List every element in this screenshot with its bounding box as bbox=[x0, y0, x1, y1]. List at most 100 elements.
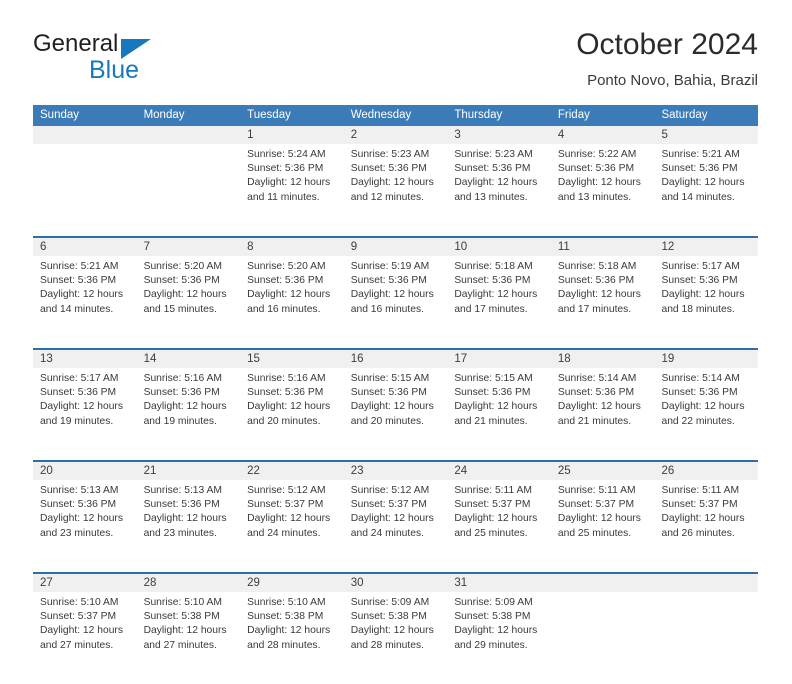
day-cell[interactable]: 2 Sunrise: 5:23 AM Sunset: 5:36 PM Daylight… bbox=[343, 126, 448, 236]
day-cell[interactable]: 11 Sunrise: 5:18 AM Sunset: 5:36 PM Dayligh… bbox=[550, 238, 655, 348]
day-sunset-line: Sunset: 5:36 PM bbox=[661, 163, 738, 175]
day-cell[interactable]: 26 Sunrise: 5:11 AM Sunset: 5:37 PM Dayligh… bbox=[654, 462, 759, 572]
day-cell[interactable]: 20 Sunrise: 5:13 AM Sunset: 5:36 PM Dayligh… bbox=[33, 462, 137, 572]
day-daylight2-line: and 13 minutes. bbox=[557, 191, 632, 203]
day-sunrise-line: Sunrise: 5:11 AM bbox=[661, 485, 740, 496]
day-number bbox=[550, 574, 655, 592]
day-sun-info: Sunrise: 5:22 AM Sunset: 5:36 PM Daylight:… bbox=[551, 144, 655, 230]
day-sunrise-line: Sunrise: 5:10 AM bbox=[247, 597, 326, 608]
day-number: 28 bbox=[136, 574, 241, 592]
day-sun-info: Sunrise: 5:13 AM Sunset: 5:36 PM Daylight:… bbox=[33, 480, 137, 566]
day-daylight2-line: and 23 minutes. bbox=[40, 527, 114, 539]
day-daylight1-line: Daylight: 12 hours bbox=[557, 177, 641, 189]
day-daylight2-line: and 16 minutes. bbox=[247, 303, 321, 315]
day-number: 25 bbox=[550, 462, 655, 480]
day-cell[interactable]: 22 Sunrise: 5:12 AM Sunset: 5:37 PM Dayligh… bbox=[240, 462, 344, 572]
day-number bbox=[654, 574, 759, 592]
day-sunset-line: Sunset: 5:36 PM bbox=[247, 275, 324, 287]
day-daylight1-line: Daylight: 12 hours bbox=[350, 513, 434, 525]
day-cell[interactable]: 17 Sunrise: 5:15 AM Sunset: 5:36 PM Dayligh… bbox=[447, 350, 551, 460]
day-cell[interactable]: 23 Sunrise: 5:12 AM Sunset: 5:37 PM Dayligh… bbox=[343, 462, 448, 572]
day-cell-empty bbox=[33, 126, 137, 236]
day-number: 13 bbox=[33, 350, 137, 368]
day-sunset-line: Sunset: 5:37 PM bbox=[661, 499, 738, 511]
day-sunrise-line: Sunrise: 5:21 AM bbox=[661, 149, 740, 160]
day-number: 16 bbox=[343, 350, 448, 368]
day-cell[interactable]: 8 Sunrise: 5:20 AM Sunset: 5:36 PM Daylight… bbox=[240, 238, 344, 348]
day-sun-info: Sunrise: 5:20 AM Sunset: 5:36 PM Daylight:… bbox=[137, 256, 241, 342]
day-daylight2-line: and 25 minutes. bbox=[557, 527, 632, 539]
day-sunset-line: Sunset: 5:36 PM bbox=[661, 387, 738, 399]
day-daylight1-line: Daylight: 12 hours bbox=[247, 625, 331, 637]
day-sun-info: Sunrise: 5:23 AM Sunset: 5:36 PM Daylight:… bbox=[344, 144, 448, 230]
day-cell[interactable]: 29 Sunrise: 5:10 AM Sunset: 5:38 PM Dayligh… bbox=[240, 574, 344, 684]
day-cell[interactable]: 10 Sunrise: 5:18 AM Sunset: 5:36 PM Dayligh… bbox=[447, 238, 551, 348]
day-sunset-line: Sunset: 5:37 PM bbox=[40, 611, 117, 623]
day-cell[interactable]: 13 Sunrise: 5:17 AM Sunset: 5:36 PM Dayligh… bbox=[33, 350, 137, 460]
day-daylight1-line: Daylight: 12 hours bbox=[350, 289, 434, 301]
day-sun-info: Sunrise: 5:10 AM Sunset: 5:38 PM Daylight:… bbox=[240, 592, 344, 678]
day-cell[interactable]: 24 Sunrise: 5:11 AM Sunset: 5:37 PM Dayligh… bbox=[447, 462, 551, 572]
weekday-header-saturday: Saturday bbox=[661, 109, 708, 121]
day-cell[interactable]: 30 Sunrise: 5:09 AM Sunset: 5:38 PM Dayligh… bbox=[343, 574, 448, 684]
day-sunset-line: Sunset: 5:37 PM bbox=[454, 499, 531, 511]
day-cell[interactable]: 25 Sunrise: 5:11 AM Sunset: 5:37 PM Dayligh… bbox=[550, 462, 655, 572]
day-sunset-line: Sunset: 5:36 PM bbox=[661, 275, 738, 287]
day-sun-info: Sunrise: 5:18 AM Sunset: 5:36 PM Daylight:… bbox=[551, 256, 655, 342]
day-daylight2-line: and 20 minutes. bbox=[247, 415, 321, 427]
day-daylight2-line: and 24 minutes. bbox=[247, 527, 321, 539]
day-cell[interactable]: 31 Sunrise: 5:09 AM Sunset: 5:38 PM Dayligh… bbox=[447, 574, 551, 684]
day-cell[interactable]: 14 Sunrise: 5:16 AM Sunset: 5:36 PM Dayligh… bbox=[136, 350, 241, 460]
day-cell[interactable]: 6 Sunrise: 5:21 AM Sunset: 5:36 PM Daylight… bbox=[33, 238, 137, 348]
day-cell[interactable]: 4 Sunrise: 5:22 AM Sunset: 5:36 PM Daylight… bbox=[550, 126, 655, 236]
day-cell[interactable]: 21 Sunrise: 5:13 AM Sunset: 5:36 PM Dayligh… bbox=[136, 462, 241, 572]
day-sun-info: Sunrise: 5:23 AM Sunset: 5:36 PM Daylight:… bbox=[447, 144, 551, 230]
day-sun-info: Sunrise: 5:09 AM Sunset: 5:38 PM Daylight:… bbox=[447, 592, 551, 678]
day-daylight2-line: and 13 minutes. bbox=[454, 191, 528, 203]
day-cell[interactable]: 28 Sunrise: 5:10 AM Sunset: 5:38 PM Dayligh… bbox=[136, 574, 241, 684]
day-cell[interactable]: 18 Sunrise: 5:14 AM Sunset: 5:36 PM Dayligh… bbox=[550, 350, 655, 460]
day-cell[interactable]: 12 Sunrise: 5:17 AM Sunset: 5:36 PM Dayligh… bbox=[654, 238, 759, 348]
day-sunset-line: Sunset: 5:38 PM bbox=[247, 611, 324, 623]
day-sun-info: Sunrise: 5:11 AM Sunset: 5:37 PM Daylight:… bbox=[654, 480, 758, 566]
day-sun-info: Sunrise: 5:14 AM Sunset: 5:36 PM Daylight:… bbox=[654, 368, 758, 454]
day-number: 7 bbox=[136, 238, 241, 256]
day-sun-info: Sunrise: 5:10 AM Sunset: 5:37 PM Daylight:… bbox=[33, 592, 137, 678]
day-number: 19 bbox=[654, 350, 759, 368]
day-daylight2-line: and 28 minutes. bbox=[247, 639, 321, 651]
day-number: 2 bbox=[343, 126, 448, 144]
day-sunrise-line: Sunrise: 5:15 AM bbox=[350, 373, 430, 384]
day-sunrise-line: Sunrise: 5:12 AM bbox=[247, 485, 326, 496]
day-sunrise-line: Sunrise: 5:18 AM bbox=[454, 261, 533, 272]
day-daylight2-line: and 23 minutes. bbox=[143, 527, 217, 539]
day-cell[interactable]: 27 Sunrise: 5:10 AM Sunset: 5:37 PM Dayligh… bbox=[33, 574, 137, 684]
day-number: 10 bbox=[447, 238, 551, 256]
day-daylight1-line: Daylight: 12 hours bbox=[143, 289, 227, 301]
day-daylight1-line: Daylight: 12 hours bbox=[661, 401, 745, 413]
day-daylight1-line: Daylight: 12 hours bbox=[143, 401, 227, 413]
day-daylight1-line: Daylight: 12 hours bbox=[661, 177, 745, 189]
day-cell[interactable]: 16 Sunrise: 5:15 AM Sunset: 5:36 PM Dayligh… bbox=[343, 350, 448, 460]
day-cell[interactable]: 7 Sunrise: 5:20 AM Sunset: 5:36 PM Daylight… bbox=[136, 238, 241, 348]
day-sunrise-line: Sunrise: 5:10 AM bbox=[143, 597, 222, 608]
day-daylight1-line: Daylight: 12 hours bbox=[454, 289, 538, 301]
day-sunrise-line: Sunrise: 5:12 AM bbox=[350, 485, 430, 496]
day-number: 30 bbox=[343, 574, 448, 592]
day-sunrise-line: Sunrise: 5:11 AM bbox=[454, 485, 532, 496]
day-cell[interactable]: 15 Sunrise: 5:16 AM Sunset: 5:36 PM Dayligh… bbox=[240, 350, 344, 460]
day-number: 20 bbox=[33, 462, 137, 480]
day-sun-info: Sunrise: 5:09 AM Sunset: 5:38 PM Daylight:… bbox=[344, 592, 448, 678]
day-sunset-line: Sunset: 5:36 PM bbox=[40, 387, 117, 399]
day-sunrise-line: Sunrise: 5:16 AM bbox=[247, 373, 326, 384]
day-sunset-line: Sunset: 5:36 PM bbox=[40, 275, 117, 287]
day-daylight2-line: and 22 minutes. bbox=[661, 415, 735, 427]
day-cell[interactable]: 5 Sunrise: 5:21 AM Sunset: 5:36 PM Daylight… bbox=[654, 126, 759, 236]
day-cell[interactable]: 1 Sunrise: 5:24 AM Sunset: 5:36 PM Daylight… bbox=[240, 126, 344, 236]
day-cell[interactable]: 3 Sunrise: 5:23 AM Sunset: 5:36 PM Daylight… bbox=[447, 126, 551, 236]
day-daylight2-line: and 24 minutes. bbox=[350, 527, 425, 539]
day-cell[interactable]: 19 Sunrise: 5:14 AM Sunset: 5:36 PM Dayligh… bbox=[654, 350, 759, 460]
day-cell[interactable]: 9 Sunrise: 5:19 AM Sunset: 5:36 PM Daylight… bbox=[343, 238, 448, 348]
day-sunrise-line: Sunrise: 5:16 AM bbox=[143, 373, 222, 384]
day-daylight2-line: and 27 minutes. bbox=[143, 639, 217, 651]
day-number: 17 bbox=[447, 350, 551, 368]
